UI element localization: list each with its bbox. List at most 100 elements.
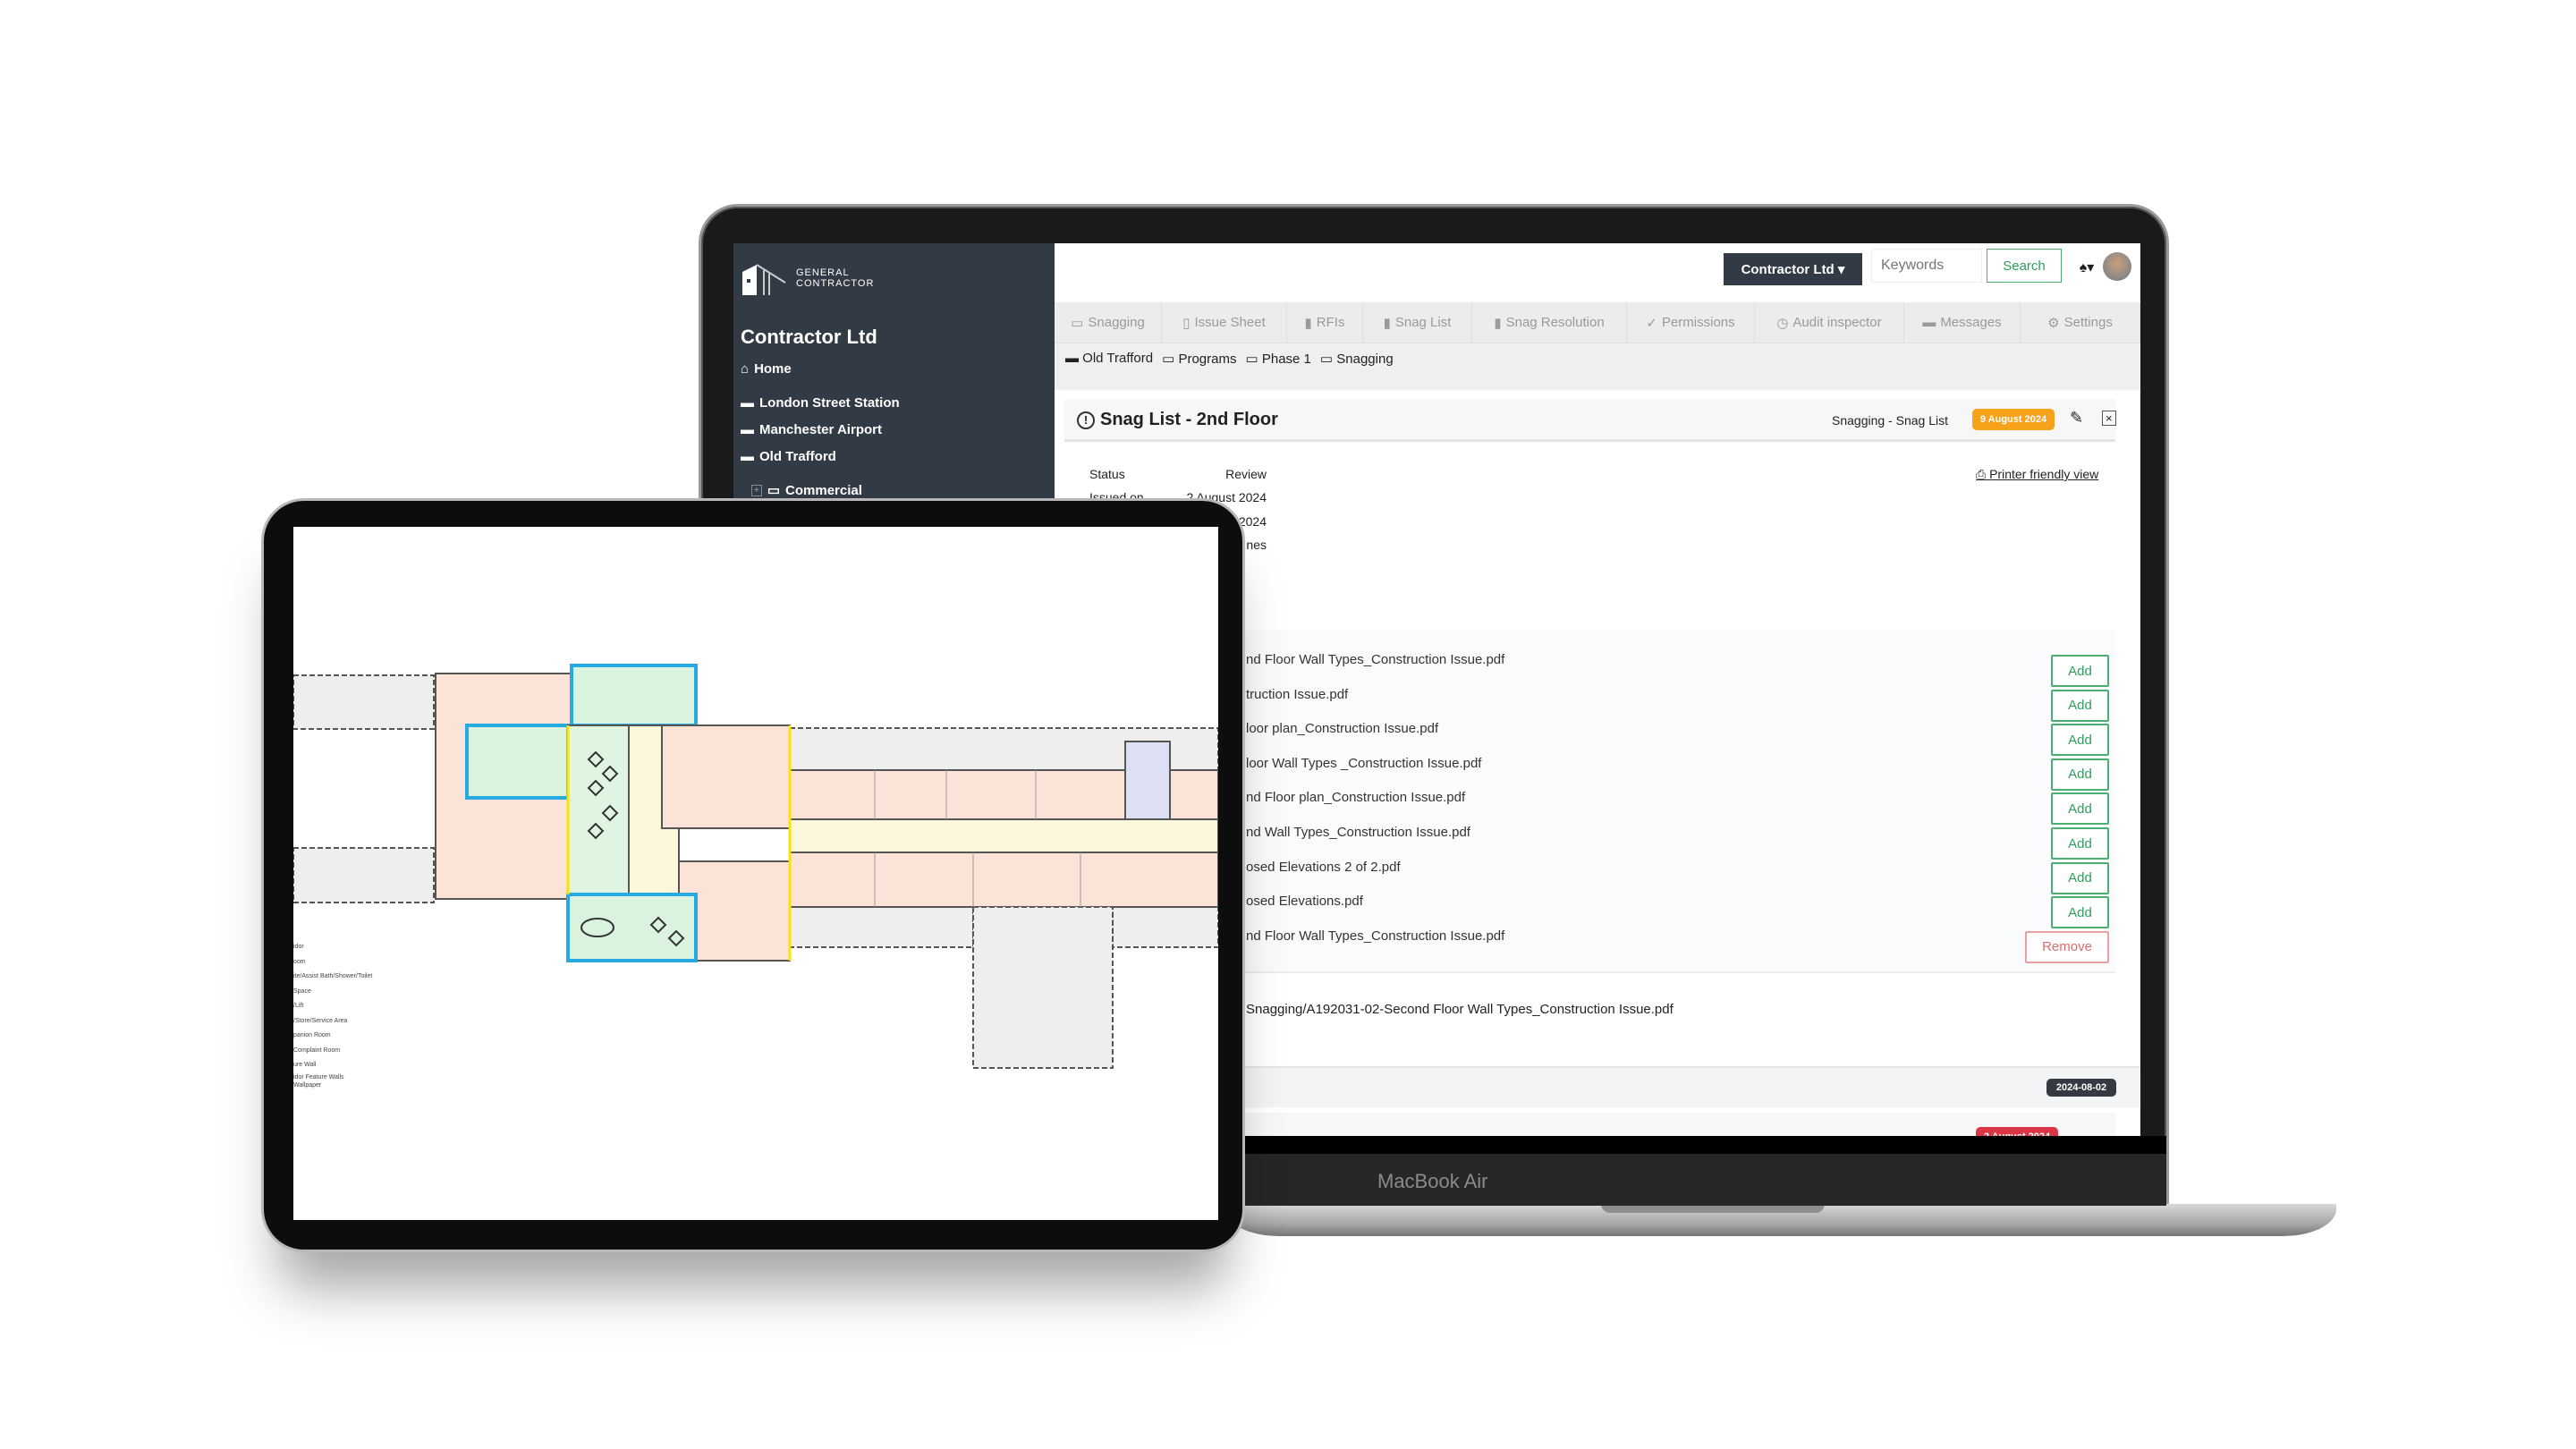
room-kitchen <box>661 724 791 829</box>
printer-friendly-label: Printer friendly view <box>1989 467 2099 481</box>
printer-icon: ⎙ <box>1976 467 1990 481</box>
add-button[interactable]: Add <box>2051 792 2109 826</box>
notification-bell-icon[interactable]: ♠▾ <box>2074 254 2099 281</box>
tab-snag-resolution[interactable]: ▮ Snag Resolution <box>1472 302 1627 343</box>
tab-messages[interactable]: ▬ Messages <box>1904 302 2021 343</box>
alert-icon: ! <box>1077 411 1095 429</box>
folder-icon: ▭ <box>1319 352 1334 367</box>
legend-entry: Complaint Room <box>293 1046 341 1054</box>
add-button[interactable]: Add <box>2051 827 2109 860</box>
legend-entry: /Lift <box>293 1003 304 1009</box>
legend-entry: oom <box>293 958 306 965</box>
edit-icon[interactable]: ✎ <box>2070 409 2083 428</box>
remove-button[interactable]: Remove <box>2025 930 2109 963</box>
date-badge: 9 August 2024 <box>1972 409 2055 430</box>
briefcase-icon: ▬ <box>741 395 754 411</box>
expand-icon[interactable]: + <box>751 484 762 496</box>
room-therapy <box>570 664 698 727</box>
category-label: Snagging - Snag List <box>1832 413 1948 428</box>
file-name: osed Elevations 2 of 2.pdf <box>1246 859 1401 875</box>
add-button[interactable]: Add <box>2051 758 2109 791</box>
tab-label: Snag Resolution <box>1505 315 1605 330</box>
add-button[interactable]: Add <box>2051 896 2109 929</box>
legend-entry: ite/Assist Bath/Shower/Toilet <box>293 973 373 979</box>
entry-date-badge: 2024-08-02 <box>2046 1079 2116 1097</box>
sidebar-item-old-trafford[interactable]: ▬ Old Trafford <box>741 449 836 464</box>
tab-snagging[interactable]: ▭ Snagging <box>1055 302 1162 343</box>
breadcrumb-label: Snagging <box>1336 352 1394 367</box>
home-icon: ⌂ <box>741 361 750 377</box>
sidebar-item-label: London Street Station <box>759 395 900 411</box>
room-dining <box>567 724 630 895</box>
company-name: Contractor Ltd <box>741 326 877 348</box>
logo: GENERAL CONTRACTOR <box>741 259 877 297</box>
breadcrumb-item[interactable]: ▬ Old Trafford <box>1065 351 1153 383</box>
org-select[interactable]: Contractor Ltd ▾ <box>1724 253 1862 285</box>
add-button[interactable]: Add <box>2051 724 2109 757</box>
add-button[interactable]: Add <box>2051 655 2109 687</box>
sidebar-item-london-street-station[interactable]: ▬ London Street Station <box>741 395 900 411</box>
tab-settings[interactable]: ⚙ Settings <box>2021 302 2140 343</box>
chevron-down-icon: ▾ <box>1834 262 1845 277</box>
legend-entry: /Store/Service Area <box>293 1017 348 1024</box>
breadcrumb-item[interactable]: ▭ Snagging <box>1320 351 1394 383</box>
breadcrumb: ▬ Old Trafford ▭ Programs ▭ Phase 1 ▭ Snagg… <box>1055 343 2140 390</box>
sidebar-item-commercial[interactable]: + ▭ Commercial <box>751 482 862 498</box>
avatar[interactable] <box>2103 252 2131 281</box>
file-name: osed Elevations.pdf <box>1246 894 1363 910</box>
tab-label: Permissions <box>1661 315 1735 330</box>
file-name: loor Wall Types _Construction Issue.pdf <box>1246 755 1482 771</box>
org-select-label: Contractor Ltd <box>1741 261 1835 277</box>
tab-label: Snagging <box>1088 315 1145 330</box>
tab-rfis[interactable]: ▮ RFIs <box>1287 302 1363 343</box>
breadcrumb-label: Old Trafford <box>1082 351 1154 366</box>
tab-audit-inspector[interactable]: ◷ Audit inspector <box>1755 302 1904 343</box>
message-icon: ▬ <box>1922 315 1936 330</box>
room-quiet <box>566 893 698 962</box>
lift <box>1124 741 1171 820</box>
legend-entry: idor <box>293 944 304 950</box>
breadcrumb-label: Phase 1 <box>1261 352 1311 367</box>
printer-friendly-link[interactable]: ⎙ Printer friendly view <box>1976 467 2098 482</box>
breadcrumb-label: Programs <box>1178 352 1237 367</box>
building-logo-icon <box>742 264 786 295</box>
tab-issue-sheet[interactable]: ▯ Issue Sheet <box>1162 302 1287 343</box>
check-icon: ✓ <box>1646 315 1657 331</box>
file-name: nd Floor Wall Types_Construction Issue.p… <box>1246 928 1505 944</box>
laptop-brand: MacBook Air <box>1377 1170 1488 1192</box>
room-lounge <box>465 724 570 800</box>
tab-snag-list[interactable]: ▮ Snag List <box>1363 302 1472 343</box>
clipboard-icon: ▮ <box>1304 315 1312 331</box>
search-input[interactable] <box>1871 249 1982 283</box>
tab-label: RFIs <box>1316 315 1345 330</box>
floor-plan-view[interactable]: idor oom ite/Assist Bath/Shower/Toilet Spac… <box>293 527 1218 1220</box>
sidebar-item-home[interactable]: ⌂ Home <box>741 361 792 377</box>
briefcase-icon: ▬ <box>741 422 754 437</box>
add-button[interactable]: Add <box>2051 861 2109 894</box>
selected-file-path: Snagging/A192031-02-Second Floor Wall Ty… <box>1246 1002 1674 1017</box>
folder-icon: ▭ <box>767 483 781 498</box>
file-name: loor plan_Construction Issue.pdf <box>1246 721 1439 737</box>
file-name: nd Floor plan_Construction Issue.pdf <box>1246 790 1466 806</box>
legend-entry: Space <box>293 987 311 995</box>
detail-value: Review <box>1225 467 1267 481</box>
breadcrumb-item[interactable]: ▭ Programs <box>1162 351 1236 383</box>
file-name: nd Floor Wall Types_Construction Issue.p… <box>1246 652 1505 667</box>
clipboard-icon: ▮ <box>1494 315 1502 331</box>
file-name: nd Wall Types_Construction Issue.pdf <box>1246 825 1470 840</box>
sidebar-item-label: Home <box>754 361 792 377</box>
breadcrumb-item[interactable]: ▭ Phase 1 <box>1246 351 1311 383</box>
add-button[interactable]: Add <box>2051 689 2109 722</box>
folder-icon: ▭ <box>1245 352 1258 367</box>
briefcase-icon: ▬ <box>741 449 754 464</box>
legend-entry: panion Room <box>293 1032 331 1038</box>
tab-permissions[interactable]: ✓ Permissions <box>1627 302 1755 343</box>
rooms-south <box>789 852 1218 908</box>
close-icon[interactable]: × <box>2102 411 2116 426</box>
sidebar-item-label: Commercial <box>785 482 862 498</box>
sidebar-item-manchester-airport[interactable]: ▬ Manchester Airport <box>741 422 882 437</box>
tab-label: Snag List <box>1394 315 1452 330</box>
search-button[interactable]: Search <box>1987 249 2062 283</box>
card-header: ! Snag List - 2nd Floor Snagging - Snag L… <box>1064 399 2116 442</box>
detail-value: nes <box>1246 538 1267 552</box>
